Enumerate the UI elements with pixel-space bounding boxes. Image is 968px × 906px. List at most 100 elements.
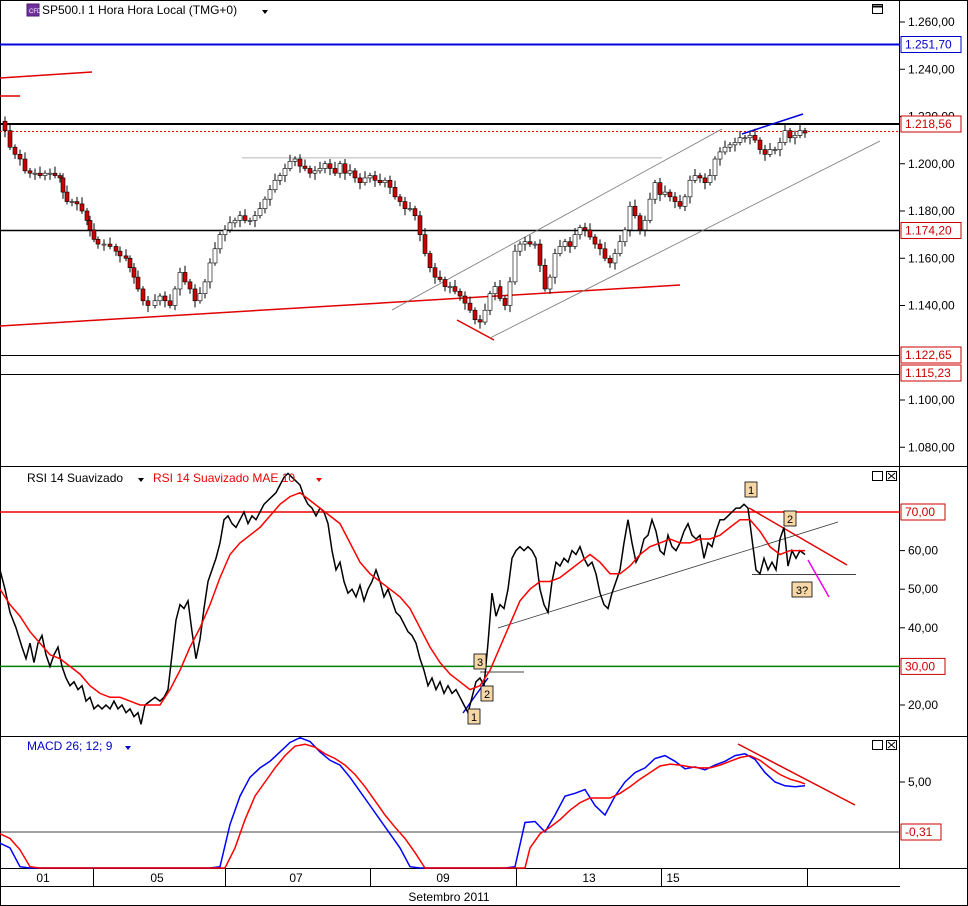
- candle-body: [652, 182, 658, 200]
- candle-body: [712, 158, 718, 176]
- candle-body: [602, 248, 608, 259]
- candle-body: [312, 170, 318, 174]
- candle-body: [252, 215, 258, 221]
- candle-body: [52, 172, 58, 176]
- candle-body: [69, 201, 75, 203]
- rsi-annotation-label: 2: [787, 514, 793, 526]
- candle-body: [372, 175, 378, 181]
- maximize-panel-icon[interactable]: [872, 740, 883, 750]
- candle-body: [362, 177, 368, 183]
- candle-body: [187, 281, 193, 290]
- candle-body: [627, 205, 633, 231]
- time-axis-tick-label: 05: [150, 871, 164, 885]
- macd-axis-tick-label: 5,00: [908, 775, 932, 789]
- candle-body: [267, 189, 273, 200]
- candle-body: [32, 172, 38, 175]
- candle-body: [517, 243, 523, 252]
- candle-body: [677, 201, 683, 207]
- trading-chart: 1.260,001.240,001.220,001.200,001.180,00…: [0, 0, 968, 906]
- candle-body: [767, 149, 773, 155]
- candle-body: [74, 201, 80, 205]
- candle-body: [592, 236, 598, 245]
- candle-body: [552, 253, 558, 278]
- candle-body: [492, 286, 498, 294]
- candle-body: [287, 161, 293, 169]
- candle-body: [37, 172, 43, 176]
- candle-body: [87, 220, 93, 231]
- candle-body: [60, 177, 66, 193]
- candle-body: [7, 130, 13, 148]
- candle-body: [292, 158, 298, 162]
- candle-body: [642, 220, 648, 231]
- rsi-annotation-label: 3: [477, 657, 483, 669]
- candle-body: [437, 276, 443, 280]
- candle-body: [127, 257, 133, 268]
- candle-body: [64, 191, 70, 202]
- price-label: 1.218,56: [905, 117, 952, 131]
- price-axis-tick-label: 1.140,00: [908, 299, 955, 313]
- price-axis-tick-label: 1.100,00: [908, 393, 955, 407]
- rsi-level-label: 30,00: [905, 659, 935, 673]
- candle-body: [277, 175, 283, 181]
- candle-body: [687, 179, 693, 198]
- candle-body: [647, 198, 653, 221]
- candle-body: [462, 295, 468, 304]
- candle-body: [202, 281, 208, 294]
- rsi-mae-panel-title: RSI 14 Suavizado MAE 10: [153, 471, 295, 485]
- price-panel-title: SP500.I 1 Hora Hora Local (TMG+0): [42, 3, 237, 17]
- candle-body: [247, 220, 253, 222]
- candle-body: [522, 241, 528, 245]
- candle-body: [332, 168, 338, 174]
- candle-body: [557, 246, 563, 254]
- candle-body: [667, 191, 673, 198]
- candle-body: [397, 196, 403, 202]
- price-axis-tick-label: 1.200,00: [908, 157, 955, 171]
- candle-body: [722, 146, 728, 153]
- candle-body: [672, 196, 678, 202]
- candle-body: [101, 243, 107, 246]
- candle-body: [222, 229, 228, 235]
- candle-body: [272, 179, 278, 191]
- candle-body: [177, 272, 183, 290]
- candle-body: [217, 234, 223, 250]
- candle-body: [131, 267, 137, 278]
- candle-body: [617, 241, 623, 254]
- candle-body: [792, 135, 798, 139]
- candle-body: [392, 187, 398, 198]
- candle-body: [432, 267, 438, 278]
- time-axis-tick-label: 15: [666, 871, 680, 885]
- time-axis-tick-label: 01: [36, 871, 50, 885]
- candle-body: [457, 291, 463, 297]
- candle-body: [212, 248, 218, 264]
- rsi-annotation-label: 1: [748, 485, 754, 497]
- candle-body: [567, 241, 573, 247]
- candle-body: [762, 149, 768, 155]
- candle-body: [737, 137, 743, 143]
- candle-body: [662, 191, 668, 195]
- candle-body: [607, 257, 613, 264]
- candle-body: [242, 215, 248, 221]
- candle-body: [207, 262, 213, 283]
- rsi-level-label: 70,00: [905, 505, 935, 519]
- candle-body: [302, 165, 308, 169]
- candle-body: [487, 293, 493, 311]
- candle-body: [802, 130, 808, 134]
- horizontal-support-line: [242, 157, 662, 159]
- candle-body: [57, 175, 63, 179]
- candle-body: [123, 255, 129, 259]
- candle-body: [772, 149, 778, 151]
- candle-body: [502, 298, 508, 306]
- maximize-panel-icon[interactable]: [872, 471, 883, 481]
- candle-body: [232, 220, 238, 224]
- rsi-axis-tick-label: 50,00: [908, 582, 938, 596]
- candle-body: [787, 130, 793, 139]
- candle-body: [162, 295, 168, 302]
- candle-body: [352, 170, 358, 179]
- candle-body: [135, 276, 141, 290]
- candle-body: [307, 168, 313, 174]
- candle-body: [597, 243, 603, 250]
- candle-body: [347, 170, 353, 174]
- candle-body: [107, 243, 113, 247]
- candle-body: [657, 182, 663, 195]
- candle-body: [27, 170, 33, 174]
